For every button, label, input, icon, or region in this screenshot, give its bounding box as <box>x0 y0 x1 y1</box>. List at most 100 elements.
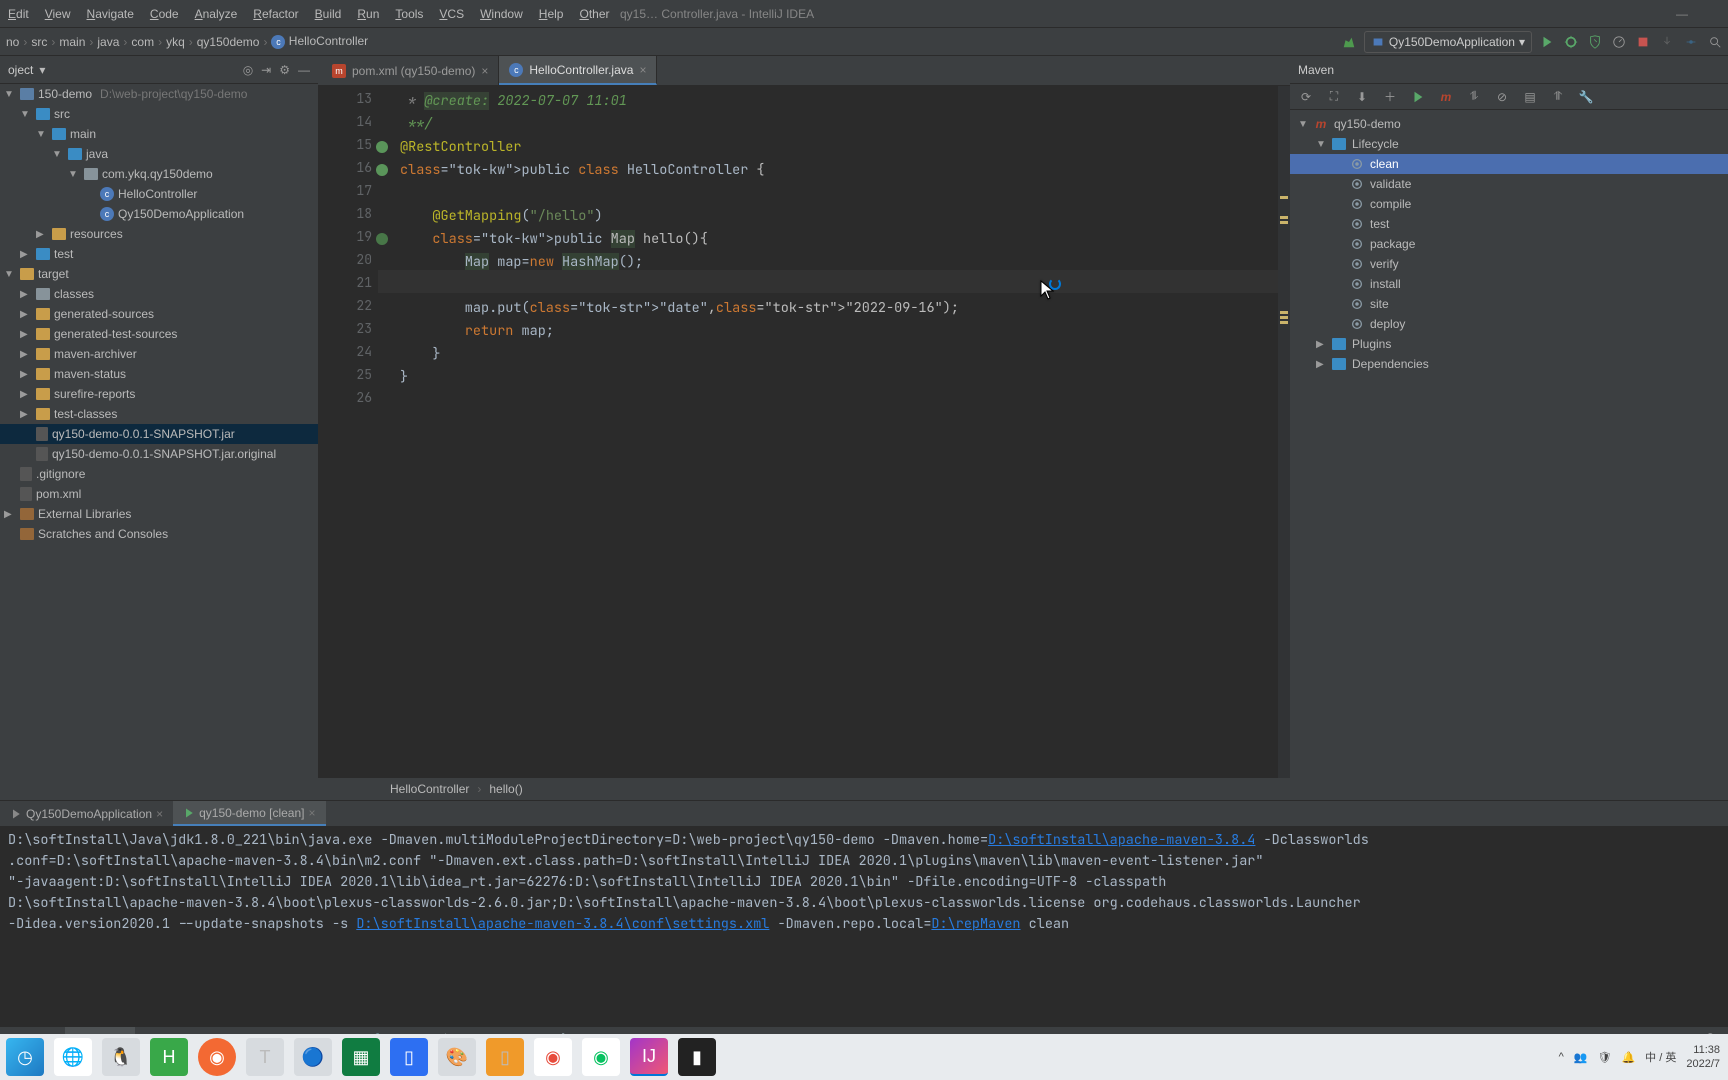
menu-view[interactable]: View <box>37 3 79 25</box>
toggle-offline-icon[interactable]: ⥮ <box>1466 89 1482 105</box>
show-deps-icon[interactable]: ▤ <box>1522 89 1538 105</box>
run-maven-icon[interactable] <box>1410 89 1426 105</box>
tray-ime[interactable]: 中 / 英 <box>1645 1049 1676 1065</box>
console-link[interactable]: D:\softInstall\apache-maven-3.8.4 <box>988 831 1255 849</box>
tree-row[interactable]: c HelloController <box>0 184 318 204</box>
breadcrumb-item[interactable]: qy150demo <box>193 35 264 49</box>
maven-tree-row[interactable]: deploy <box>1290 314 1728 334</box>
tree-row[interactable]: ▶ test-classes <box>0 404 318 424</box>
maven-tree-row[interactable]: test <box>1290 214 1728 234</box>
maven-tree-row[interactable]: ▼mqy150-demo <box>1290 114 1728 134</box>
profile-button[interactable] <box>1610 33 1628 51</box>
expander-icon[interactable]: ▶ <box>20 349 32 360</box>
menu-code[interactable]: Code <box>142 3 187 25</box>
expander-icon[interactable]: ▶ <box>36 229 48 240</box>
breadcrumb-item[interactable]: java <box>93 35 123 49</box>
taskbar-hbuilder[interactable]: H <box>150 1038 188 1076</box>
download-icon[interactable]: ⬇ <box>1354 89 1370 105</box>
breadcrumb-item[interactable]: c HelloController <box>267 34 372 49</box>
menu-build[interactable]: Build <box>307 3 350 25</box>
maven-tree-row[interactable]: ▶Plugins <box>1290 334 1728 354</box>
taskbar-todesk[interactable]: ◉ <box>534 1038 572 1076</box>
menu-other[interactable]: Other <box>571 3 617 25</box>
taskbar-wechat[interactable]: ◉ <box>582 1038 620 1076</box>
taskbar-vm[interactable]: ▯ <box>486 1038 524 1076</box>
breadcrumb-item[interactable]: src <box>27 35 51 49</box>
stop-button[interactable] <box>1634 33 1652 51</box>
tree-row[interactable]: ▼ java <box>0 144 318 164</box>
menu-vcs[interactable]: VCS <box>431 3 472 25</box>
tree-row[interactable]: ▶ classes <box>0 284 318 304</box>
close-icon[interactable]: × <box>309 806 316 820</box>
maven-tree-row[interactable]: verify <box>1290 254 1728 274</box>
tree-row[interactable]: ▶ surefire-reports <box>0 384 318 404</box>
menu-analyze[interactable]: Analyze <box>187 3 246 25</box>
tree-row[interactable]: ▶ resources <box>0 224 318 244</box>
debug-button[interactable] <box>1562 33 1580 51</box>
console-link[interactable]: D:\softInstall\apache-maven-3.8.4\conf\s… <box>356 915 769 933</box>
tree-row[interactable]: ▶ maven-status <box>0 364 318 384</box>
tree-row[interactable]: ▼ src <box>0 104 318 124</box>
chevron-down-icon[interactable]: ▾ <box>39 63 45 77</box>
vcs-update-icon[interactable] <box>1658 33 1676 51</box>
expander-icon[interactable]: ▶ <box>4 509 16 520</box>
tray-bell-icon[interactable]: 🔔 <box>1621 1051 1635 1064</box>
tray-caret-icon[interactable]: ^ <box>1559 1051 1564 1063</box>
tree-row[interactable]: c Qy150DemoApplication <box>0 204 318 224</box>
tree-row[interactable]: qy150-demo-0.0.1-SNAPSHOT.jar.original <box>0 444 318 464</box>
run-tab[interactable]: qy150-demo [clean]× <box>173 801 325 826</box>
tray-shield-icon[interactable]: 🛡 <box>1598 1051 1612 1064</box>
expander-icon[interactable]: ▼ <box>68 169 80 180</box>
run-button[interactable] <box>1538 33 1556 51</box>
tree-row[interactable]: ▶ generated-test-sources <box>0 324 318 344</box>
editor-tab[interactable]: m pom.xml (qy150-demo) × <box>322 56 499 85</box>
expander-icon[interactable]: ▶ <box>20 289 32 300</box>
menu-window[interactable]: Window <box>472 3 531 25</box>
maven-tree-row[interactable]: clean <box>1290 154 1728 174</box>
tree-row[interactable]: ▶ maven-archiver <box>0 344 318 364</box>
expander-icon[interactable]: ▶ <box>20 389 32 400</box>
close-icon[interactable]: × <box>481 64 488 78</box>
collapse-icon[interactable]: ⇥ <box>261 63 271 77</box>
menu-run[interactable]: Run <box>349 3 387 25</box>
taskbar-excel[interactable]: ▦ <box>342 1038 380 1076</box>
close-icon[interactable]: × <box>156 807 163 821</box>
expander-icon[interactable]: ▶ <box>20 409 32 420</box>
wrench-icon[interactable]: 🔧 <box>1578 89 1594 105</box>
tree-row[interactable]: ▼ target <box>0 264 318 284</box>
tray-people-icon[interactable]: 👥 <box>1574 1051 1588 1064</box>
editor-breadcrumb[interactable]: HelloController › hello() <box>318 778 1290 800</box>
coverage-button[interactable] <box>1586 33 1604 51</box>
tree-row[interactable]: ▶ External Libraries <box>0 504 318 524</box>
taskbar-cmd[interactable]: ▮ <box>678 1038 716 1076</box>
taskbar-chrome[interactable]: 🔵 <box>294 1038 332 1076</box>
locate-icon[interactable]: ◎ <box>243 63 253 77</box>
menu-navigate[interactable]: Navigate <box>79 3 142 25</box>
maven-tree-row[interactable]: compile <box>1290 194 1728 214</box>
tree-row[interactable]: pom.xml <box>0 484 318 504</box>
vcs-commit-icon[interactable] <box>1682 33 1700 51</box>
breadcrumb-item[interactable]: ykq <box>162 35 189 49</box>
taskbar-postman[interactable]: ◉ <box>198 1038 236 1076</box>
tree-row[interactable]: ▼ main <box>0 124 318 144</box>
tree-row[interactable]: ▶ generated-sources <box>0 304 318 324</box>
menu-edit[interactable]: Edit <box>0 3 37 25</box>
maven-tree-row[interactable]: ▶Dependencies <box>1290 354 1728 374</box>
reload-icon[interactable]: ⟳ <box>1298 89 1314 105</box>
taskbar-idea[interactable]: IJ <box>630 1038 668 1076</box>
console-link[interactable]: D:\repMaven <box>931 915 1020 933</box>
breadcrumb-item[interactable]: main <box>55 35 89 49</box>
run-config-selector[interactable]: Qy150DemoApplication ▾ <box>1364 31 1532 53</box>
close-icon[interactable]: × <box>639 63 646 77</box>
generate-sources-icon[interactable]: ⛶ <box>1326 89 1342 105</box>
tray-date[interactable]: 2022/7 <box>1686 1057 1720 1071</box>
maven-tree-row[interactable]: validate <box>1290 174 1728 194</box>
expander-icon[interactable]: ▶ <box>20 369 32 380</box>
tree-row[interactable]: ▶ test <box>0 244 318 264</box>
code-editor[interactable]: * @create: 2022-07-07 11:01 **/@RestCont… <box>378 86 1278 778</box>
expander-icon[interactable]: ▼ <box>4 269 16 280</box>
menu-tools[interactable]: Tools <box>387 3 431 25</box>
breadcrumb-item[interactable]: com <box>127 35 158 49</box>
skip-tests-icon[interactable]: ⊘ <box>1494 89 1510 105</box>
maven-tree-row[interactable]: site <box>1290 294 1728 314</box>
